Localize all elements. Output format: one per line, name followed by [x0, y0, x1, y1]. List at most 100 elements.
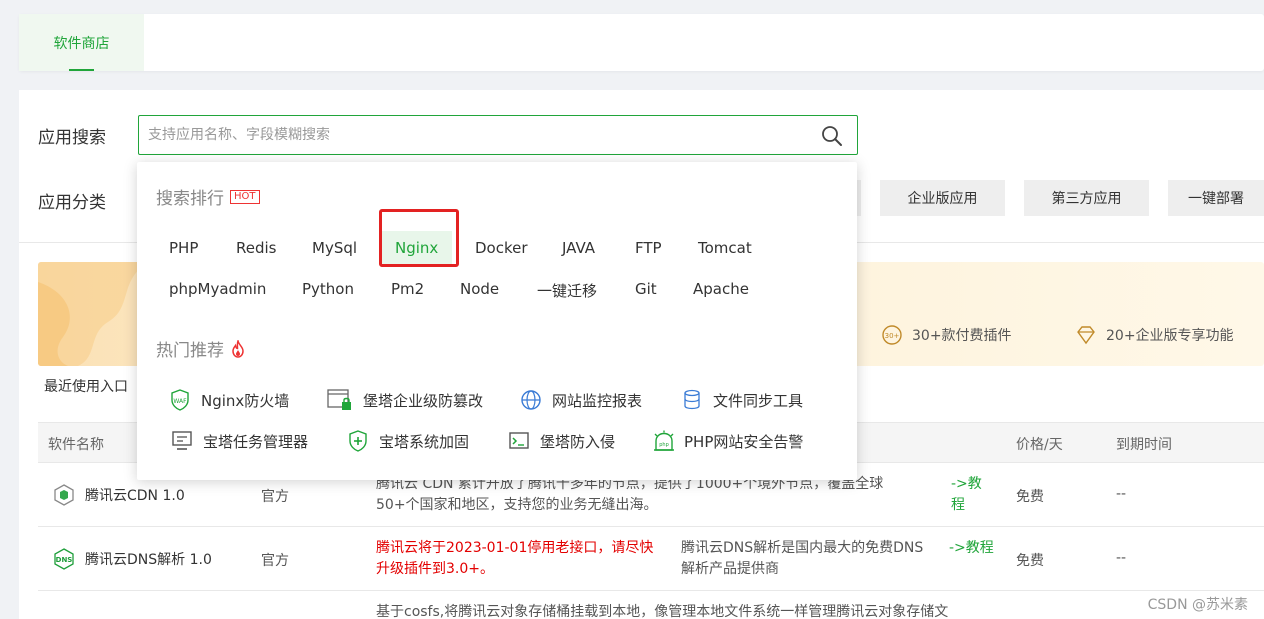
- recommend-task-manager[interactable]: 宝塔任务管理器: [171, 430, 308, 452]
- tag-pm2[interactable]: Pm2: [391, 280, 424, 298]
- price-cell: 免费: [1016, 553, 1044, 569]
- fire-icon: [232, 339, 244, 358]
- search-label: 应用搜索: [38, 128, 106, 148]
- developer-cell: 官方: [261, 553, 289, 569]
- recommend-title: 热门推荐: [156, 336, 246, 361]
- recommend-label: 堡塔防入侵: [540, 432, 616, 451]
- app-name: 腾讯云DNS解析 1.0: [85, 552, 212, 568]
- tag-python[interactable]: Python: [302, 280, 354, 298]
- tag-docker[interactable]: Docker: [475, 239, 528, 257]
- tab-label: 软件商店: [53, 35, 110, 52]
- globe-icon: [521, 390, 541, 410]
- app-name-cell: DNS 腾讯云DNS解析 1.0: [52, 547, 212, 571]
- terminal-icon: [509, 432, 529, 449]
- recommend-php-security-alert[interactable]: php PHP网站安全告警: [652, 430, 803, 452]
- search-input[interactable]: [148, 116, 798, 154]
- svg-text:php: php: [659, 442, 669, 448]
- recommend-label: 堡塔企业级防篡改: [363, 391, 484, 410]
- tag-node[interactable]: Node: [460, 280, 499, 298]
- description-line: 50+个国家和地区，支持您的业务无缝出海。: [376, 497, 658, 513]
- category-thirdparty-button[interactable]: 第三方应用: [1024, 180, 1149, 216]
- tag-php[interactable]: PHP: [169, 239, 198, 257]
- tag-one-click-migrate[interactable]: 一键迁移: [537, 280, 597, 301]
- description-cell: 腾讯云 CDN 累计开放了腾讯十多年的节点，提供了1000+个境外节点，覆盖全球…: [376, 474, 936, 516]
- tutorial-text: 程: [951, 497, 965, 513]
- search-dropdown: 搜索排行 HOT PHP Redis MySql Nginx Docker JA…: [137, 162, 857, 480]
- header-price: 价格/天: [1016, 437, 1063, 453]
- app-name: 腾讯云CDN 1.0: [85, 488, 185, 504]
- tag-apache[interactable]: Apache: [693, 280, 749, 298]
- tencent-cdn-icon: [54, 484, 74, 506]
- highlight-box: [379, 209, 459, 267]
- ranking-title: 搜索排行 HOT: [156, 184, 260, 209]
- category-one-click-deploy-button[interactable]: 一键部署: [1168, 180, 1264, 216]
- php-alarm-icon: php: [654, 430, 674, 451]
- recommend-label: 文件同步工具: [713, 391, 804, 410]
- banner-feature-enterprise: 20+企业版专享功能: [1075, 324, 1234, 346]
- description-cell: 腾讯云DNS解析是国内最大的免费DNS 解析产品提供商: [681, 538, 946, 580]
- expire-cell: --: [1116, 486, 1127, 502]
- description-line: 腾讯云DNS解析是国内最大的免费DNS: [681, 540, 924, 556]
- expire-cell: --: [1116, 550, 1127, 566]
- shield-plus-icon: [349, 430, 367, 452]
- tutorial-link[interactable]: ->教 程: [951, 474, 982, 516]
- description-line: 解析产品提供商: [681, 561, 779, 577]
- plugin-count-icon: 30+: [882, 325, 902, 345]
- recommend-system-hardening[interactable]: 宝塔系统加固: [347, 430, 469, 452]
- recommend-nginx-firewall[interactable]: WAF Nginx防火墙: [169, 389, 289, 411]
- category-label: 应用分类: [38, 193, 106, 213]
- tutorial-link[interactable]: ->教程: [949, 538, 994, 559]
- search-icon[interactable]: [821, 125, 843, 147]
- price-cell: 免费: [1016, 489, 1044, 505]
- svg-text:WAF: WAF: [173, 398, 187, 405]
- database-sync-icon: [684, 389, 700, 410]
- search-box[interactable]: [138, 115, 858, 155]
- lock-window-icon: [327, 389, 351, 410]
- header-name: 软件名称: [48, 437, 104, 453]
- tag-mysql[interactable]: MySql: [312, 239, 357, 257]
- recommend-label: 宝塔任务管理器: [203, 432, 309, 451]
- header-expire: 到期时间: [1116, 437, 1172, 453]
- hot-badge: HOT: [230, 189, 260, 204]
- banner-feature-text: 30+款付费插件: [912, 328, 1012, 344]
- tutorial-text: ->教程: [949, 540, 994, 556]
- recommend-label: 网站监控报表: [552, 391, 643, 410]
- recommend-tamper-proof[interactable]: 堡塔企业级防篡改: [327, 389, 483, 411]
- svg-text:30+: 30+: [885, 332, 900, 340]
- app-name-cell: 腾讯云CDN 1.0: [52, 483, 185, 507]
- table-row[interactable]: 基于cosfs,将腾讯云对象存储桶挂载到本地，像管理本地文件系统一样管理腾讯云对…: [38, 591, 1264, 619]
- ranking-title-text: 搜索排行: [156, 189, 224, 209]
- tag-tomcat[interactable]: Tomcat: [698, 239, 752, 257]
- category-enterprise-button[interactable]: 企业版应用: [880, 180, 1005, 216]
- warning-line: 腾讯云将于2023-01-01停用老接口，请尽快: [376, 540, 654, 556]
- recommend-label: Nginx防火墙: [201, 391, 290, 410]
- warning-line: 升级插件到3.0+。: [376, 561, 494, 577]
- recent-used-label: 最近使用入口: [44, 379, 128, 395]
- tag-redis[interactable]: Redis: [236, 239, 276, 257]
- diamond-icon: [1077, 326, 1095, 345]
- table-row[interactable]: DNS 腾讯云DNS解析 1.0 官方 腾讯云将于2023-01-01停用老接口…: [38, 527, 1264, 591]
- recommend-title-text: 热门推荐: [156, 341, 224, 361]
- description-cell: 基于cosfs,将腾讯云对象存储桶挂载到本地，像管理本地文件系统一样管理腾讯云对…: [376, 602, 1016, 619]
- banner-feature-plugins: 30+ 30+款付费插件: [881, 324, 1012, 346]
- top-tab-bar: 软件商店: [19, 14, 1264, 71]
- tab-active-indicator: [69, 69, 94, 71]
- description-line: 基于cosfs,将腾讯云对象存储桶挂载到本地，像管理本地文件系统一样管理腾讯云对…: [376, 604, 949, 619]
- server-monitor-icon: [172, 431, 192, 450]
- tutorial-text: ->教: [951, 476, 982, 492]
- tencent-dns-icon: DNS: [54, 548, 74, 570]
- recommend-site-monitor[interactable]: 网站监控报表: [520, 389, 642, 411]
- tag-git[interactable]: Git: [635, 280, 657, 298]
- tag-phpmyadmin[interactable]: phpMyadmin: [169, 280, 266, 298]
- developer-cell: 官方: [261, 489, 289, 505]
- recommend-file-sync[interactable]: 文件同步工具: [681, 389, 803, 411]
- watermark: CSDN @苏米素: [1147, 597, 1248, 613]
- tab-software-store[interactable]: 软件商店: [19, 14, 144, 71]
- recommend-label: PHP网站安全告警: [684, 432, 804, 451]
- svg-text:DNS: DNS: [56, 556, 73, 564]
- recommend-intrusion-prevention[interactable]: 堡塔防入侵: [508, 430, 615, 452]
- warning-cell: 腾讯云将于2023-01-01停用老接口，请尽快 升级插件到3.0+。: [376, 538, 676, 580]
- tag-java[interactable]: JAVA: [562, 239, 595, 257]
- tag-ftp[interactable]: FTP: [635, 239, 662, 257]
- banner-feature-text: 20+企业版专享功能: [1106, 328, 1234, 344]
